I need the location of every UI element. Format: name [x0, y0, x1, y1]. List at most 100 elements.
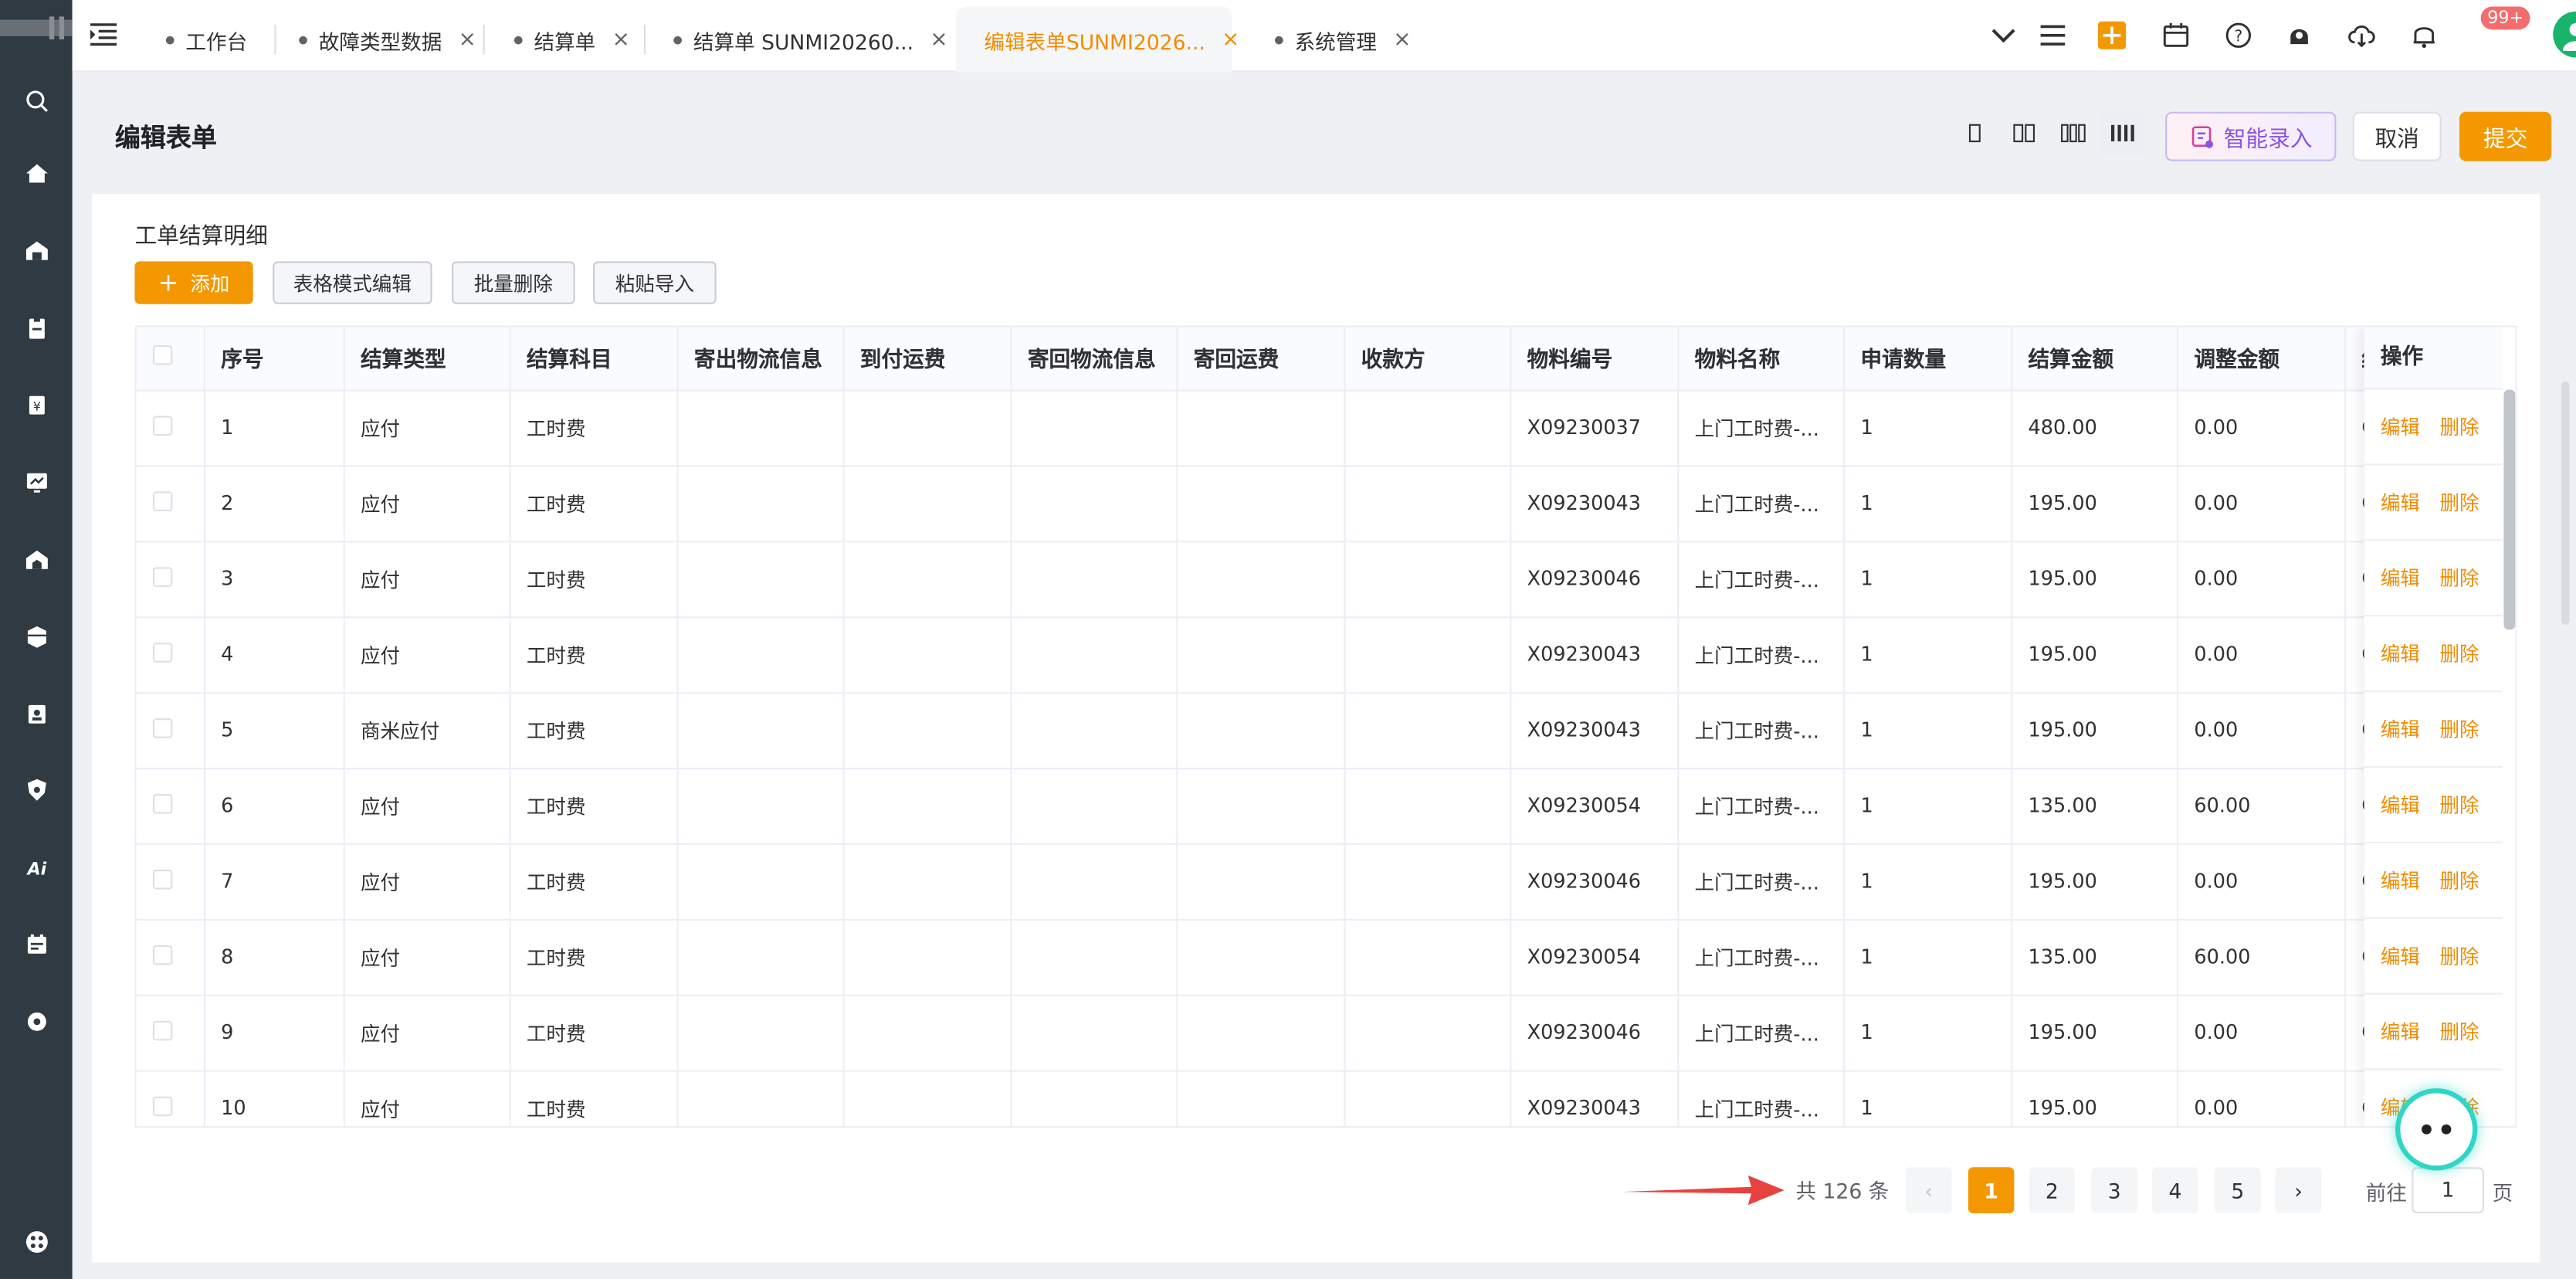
table-row[interactable]: 5商米应付工时费X09230043上门工时费-...1195.000.00CN: [136, 692, 2495, 769]
page-1-button[interactable]: 1: [1968, 1167, 2015, 1213]
batch-delete-button[interactable]: 批量删除: [452, 261, 575, 304]
delete-link[interactable]: 删除: [2440, 942, 2479, 970]
tab-edit-form[interactable]: 编辑表单SUNMI2026... ×: [956, 6, 1239, 73]
row-checkbox[interactable]: [152, 642, 173, 662]
edit-link[interactable]: 编辑: [2381, 791, 2420, 819]
finance-icon[interactable]: ¥: [0, 383, 73, 426]
submit-button[interactable]: 提交: [2459, 111, 2552, 161]
layout-one-column-icon[interactable]: [1954, 112, 1996, 154]
page-scrollbar[interactable]: [2561, 381, 2570, 625]
edit-link[interactable]: 编辑: [2381, 715, 2420, 743]
page-2-button[interactable]: 2: [2029, 1167, 2076, 1213]
table-horizontal-scrollbar[interactable]: [139, 1126, 574, 1127]
checklist-icon[interactable]: [0, 922, 73, 965]
drag-handle-icon[interactable]: [0, 16, 79, 40]
ai-icon[interactable]: Ai: [0, 845, 73, 887]
home-icon[interactable]: [0, 151, 73, 194]
close-icon[interactable]: ×: [459, 27, 476, 52]
ai-assistant-float-button[interactable]: [2395, 1088, 2478, 1171]
delete-link[interactable]: 删除: [2440, 715, 2479, 743]
layout-two-column-icon[interactable]: [2003, 112, 2046, 154]
table-mode-edit-button[interactable]: 表格模式编辑: [273, 261, 432, 304]
edit-link[interactable]: 编辑: [2381, 942, 2420, 970]
row-checkbox[interactable]: [152, 793, 173, 813]
edit-link[interactable]: 编辑: [2381, 564, 2420, 592]
delete-link[interactable]: 删除: [2440, 412, 2479, 440]
row-checkbox[interactable]: [152, 415, 173, 435]
tab-system-management[interactable]: 系统管理 ×: [1275, 7, 1411, 73]
close-icon[interactable]: ×: [1222, 27, 1239, 52]
row-checkbox[interactable]: [152, 1019, 173, 1040]
row-checkbox[interactable]: [152, 868, 173, 889]
tab-fault-type-data[interactable]: 故障类型数据 ×: [299, 7, 476, 73]
tab-settlement-detail[interactable]: 结算单 SUNMI20260... ×: [673, 7, 948, 73]
paste-import-button[interactable]: 粘贴导入: [593, 261, 717, 304]
table-row[interactable]: 4应付工时费X09230043上门工时费-...1195.000.00CN: [136, 616, 2495, 694]
table-row[interactable]: 1应付工时费X09230037上门工时费-...1480.000.00C: [136, 389, 2495, 466]
bell-icon[interactable]: [2405, 16, 2442, 53]
table-row[interactable]: 7应付工时费X09230046上门工时费-...1195.000.00C: [136, 843, 2495, 920]
table-row[interactable]: 8应付工时费X09230054上门工时费-...1135.0060.00C: [136, 918, 2495, 996]
prev-page-button[interactable]: ‹: [1906, 1167, 1952, 1213]
row-checkbox[interactable]: [152, 718, 173, 738]
delete-link[interactable]: 删除: [2440, 867, 2479, 894]
table-row[interactable]: 3应付工时费X09230046上门工时费-...1195.000.00CN: [136, 541, 2495, 618]
calendar-icon[interactable]: [2157, 16, 2194, 53]
edit-link[interactable]: 编辑: [2381, 640, 2420, 667]
edit-link[interactable]: 编辑: [2381, 867, 2420, 894]
cancel-button[interactable]: 取消: [2352, 111, 2442, 161]
add-button[interactable]: + 添加: [134, 261, 253, 304]
table-row[interactable]: 10应付工时费X09230043上门工时费-...1195.000.00C: [136, 1070, 2495, 1127]
select-all-checkbox[interactable]: [152, 344, 173, 365]
row-checkbox[interactable]: [152, 490, 173, 511]
tab-workbench[interactable]: 工作台: [165, 7, 247, 73]
clipboard-icon[interactable]: [0, 306, 73, 348]
table-row[interactable]: 6应付工时费X09230054上门工时费-...1135.0060.00C: [136, 768, 2495, 844]
monitor-chart-icon[interactable]: [0, 460, 73, 503]
table-row[interactable]: 2应付工时费X09230043上门工时费-...1195.000.00C: [136, 465, 2495, 542]
chevron-down-icon[interactable]: [1985, 16, 2021, 53]
table-cell: 上门工时费-...: [1677, 918, 1845, 996]
row-checkbox[interactable]: [152, 566, 173, 586]
page-3-button[interactable]: 3: [2091, 1167, 2138, 1213]
plus-square-icon[interactable]: [2093, 16, 2130, 53]
goto-page-input[interactable]: 1: [2412, 1167, 2484, 1213]
layout-four-column-icon[interactable]: [2101, 111, 2144, 155]
apps-grid-icon[interactable]: [0, 1220, 73, 1262]
layout-three-column-icon[interactable]: [2052, 112, 2094, 154]
package-icon[interactable]: [0, 615, 73, 657]
service-icon[interactable]: [2280, 16, 2317, 53]
cloud-download-icon[interactable]: [2343, 16, 2379, 53]
contact-card-icon[interactable]: [0, 692, 73, 734]
tab-settlement[interactable]: 结算单 ×: [514, 7, 630, 73]
edit-link[interactable]: 编辑: [2381, 1018, 2420, 1046]
delete-link[interactable]: 删除: [2440, 640, 2479, 667]
edit-link[interactable]: 编辑: [2381, 488, 2420, 516]
smart-entry-button[interactable]: 智能录入: [2165, 111, 2337, 161]
warehouse-icon[interactable]: [0, 229, 73, 271]
table-vertical-scrollbar[interactable]: [2503, 389, 2516, 630]
menu-collapse-icon[interactable]: [89, 20, 118, 49]
row-checkbox[interactable]: [152, 1095, 173, 1116]
delete-link[interactable]: 删除: [2440, 488, 2479, 516]
delete-link[interactable]: 删除: [2440, 791, 2479, 819]
next-page-button[interactable]: ›: [2275, 1167, 2322, 1213]
shield-icon[interactable]: [0, 768, 73, 810]
close-icon[interactable]: ×: [930, 27, 947, 52]
page-5-button[interactable]: 5: [2215, 1167, 2261, 1213]
store-icon[interactable]: [0, 538, 73, 580]
table-row[interactable]: 9应付工时费X09230046上门工时费-...1195.000.00C: [136, 994, 2495, 1071]
edit-link[interactable]: 编辑: [2381, 412, 2420, 440]
delete-link[interactable]: 删除: [2440, 564, 2479, 592]
help-icon[interactable]: ?: [2219, 16, 2256, 53]
close-icon[interactable]: ×: [612, 27, 630, 52]
table-cell: 0.00: [2177, 541, 2346, 618]
menu-lines-icon[interactable]: [2034, 16, 2070, 53]
search-icon[interactable]: [0, 79, 73, 121]
delete-link[interactable]: 删除: [2440, 1018, 2479, 1046]
row-checkbox[interactable]: [152, 944, 173, 965]
page-4-button[interactable]: 4: [2152, 1167, 2198, 1213]
column-header: 结算金额: [2011, 327, 2178, 391]
settings-icon[interactable]: [0, 999, 73, 1042]
close-icon[interactable]: ×: [1393, 27, 1411, 52]
